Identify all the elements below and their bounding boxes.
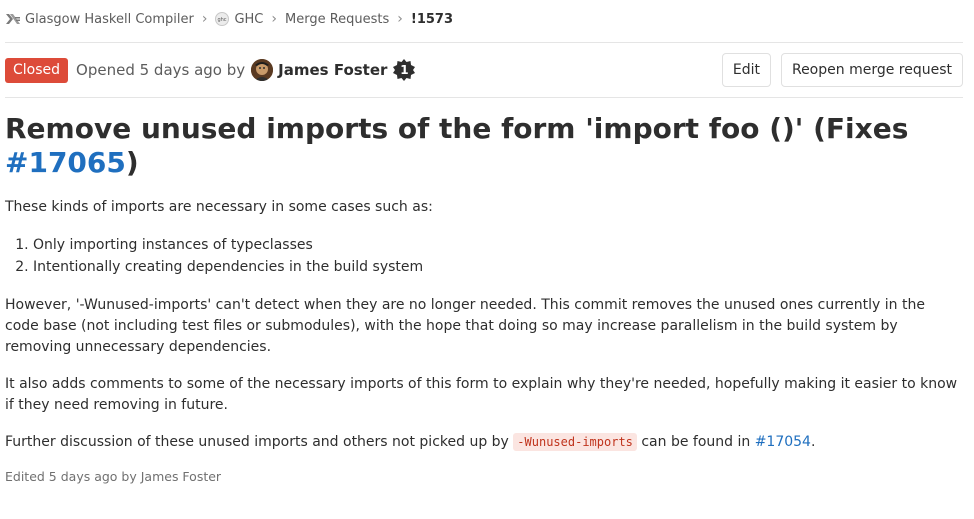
- edited-text: Edited 5 days ago by James Foster: [5, 469, 222, 484]
- breadcrumb-project[interactable]: ghc GHC: [215, 12, 263, 27]
- breadcrumb-group[interactable]: Glasgow Haskell Compiler: [6, 12, 194, 27]
- ghc-project-icon: ghc: [215, 12, 230, 26]
- merge-request-page: Glasgow Haskell Compiler › ghc GHC › Mer…: [0, 0, 974, 519]
- chevron-right-icon: ›: [271, 11, 277, 27]
- page-title: Remove unused imports of the form 'impor…: [5, 112, 963, 180]
- description-list: Only importing instances of typeclasses …: [5, 234, 423, 278]
- edit-button[interactable]: Edit: [721, 53, 771, 87]
- avatar-image-icon: [251, 59, 274, 81]
- paragraph-3-prefix: Further discussion of these unused impor…: [5, 434, 509, 450]
- chevron-right-icon: ›: [201, 11, 208, 27]
- list-item: Only importing instances of typeclasses: [33, 234, 423, 256]
- title-suffix: ): [125, 146, 139, 179]
- breadcrumb-project-label: GHC: [234, 11, 264, 27]
- svg-text:ghc: ghc: [218, 17, 227, 23]
- description-paragraph-1: However, '-Wunused-imports' can't detect…: [5, 297, 925, 355]
- badge-number: 1: [400, 63, 409, 77]
- description-intro: These kinds of imports are necessary in …: [5, 199, 433, 215]
- contributor-badge: 1: [392, 58, 416, 82]
- title-divider: [5, 97, 963, 98]
- author-link[interactable]: James Foster 1: [251, 58, 416, 82]
- haskell-logo-icon: [6, 14, 20, 24]
- list-item: Intentionally creating dependencies in t…: [33, 256, 423, 278]
- chevron-right-icon: ›: [397, 11, 403, 27]
- inline-code: -Wunused-imports: [513, 433, 637, 451]
- status-badge: Closed: [5, 57, 69, 83]
- title-text: Remove unused imports of the form 'impor…: [5, 112, 909, 145]
- paragraph-3-suffix: .: [810, 434, 816, 450]
- breadcrumb-group-label: Glasgow Haskell Compiler: [25, 11, 194, 27]
- opened-text: Opened 5 days ago by: [76, 61, 246, 79]
- description-paragraph-3: Further discussion of these unused impor…: [5, 432, 963, 453]
- avatar[interactable]: [251, 59, 274, 81]
- merge-request-header: Closed Opened 5 days ago by James Foster…: [5, 53, 963, 87]
- description-paragraph-2: It also adds comments to some of the nec…: [5, 376, 958, 413]
- header-divider: [5, 42, 963, 43]
- paragraph-3-middle: can be found in: [641, 434, 751, 450]
- breadcrumb: Glasgow Haskell Compiler › ghc GHC › Mer…: [6, 10, 453, 28]
- issue-link[interactable]: #17065: [5, 146, 126, 179]
- author-name: James Foster: [278, 61, 388, 79]
- breadcrumb-current[interactable]: !1573: [411, 12, 453, 27]
- breadcrumb-section[interactable]: Merge Requests: [285, 12, 389, 27]
- header-actions: Edit Reopen merge request: [721, 53, 963, 87]
- reopen-merge-request-button[interactable]: Reopen merge request: [780, 53, 963, 87]
- related-issue-link[interactable]: #17054: [755, 434, 811, 450]
